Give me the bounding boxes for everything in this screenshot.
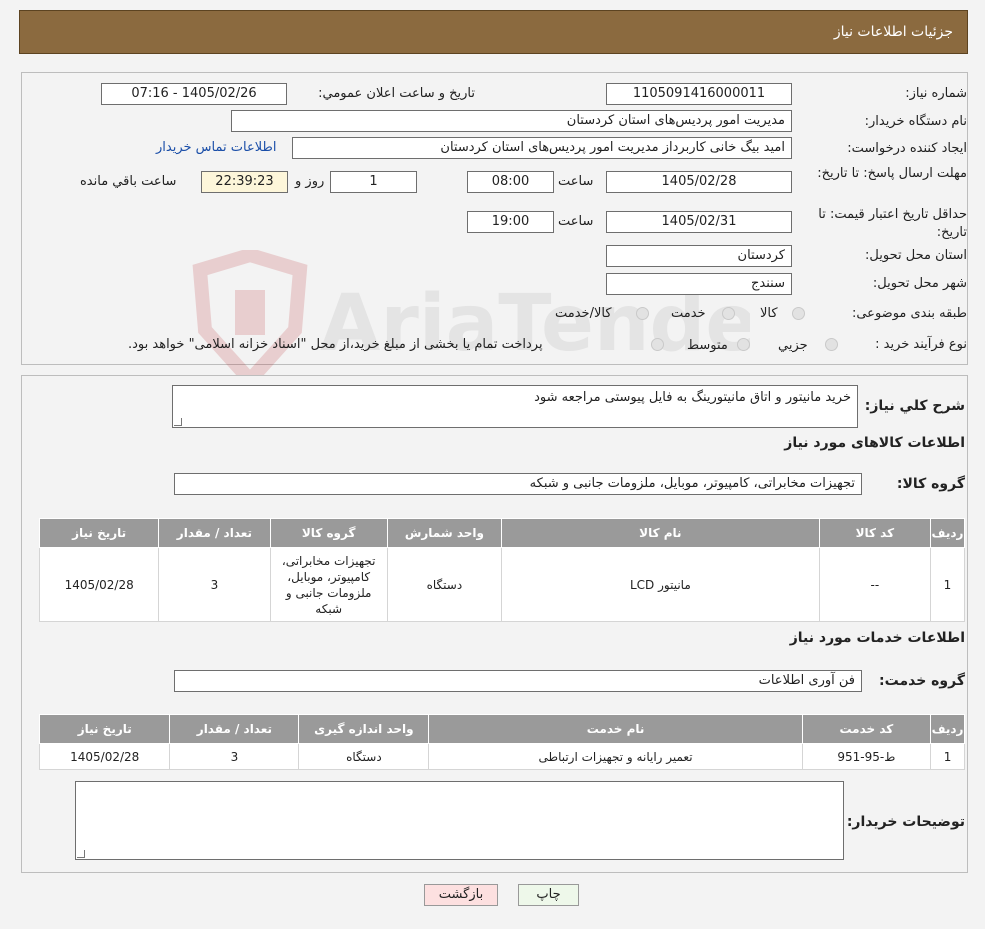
category-radio-goods-service[interactable] — [636, 307, 649, 320]
price-validity-date-field: 1405/02/31 — [606, 211, 792, 233]
remaining-days-field: 1 — [330, 171, 417, 193]
category-option-goods: کالا — [760, 306, 778, 321]
services-table-header: رديف کد خدمت نام خدمت واحد اندازه گيری ت… — [38, 714, 965, 744]
goods-row-group: تجهیزات مخابراتی، کامپیوتر، موبایل، ملزو… — [269, 547, 388, 622]
goods-group-label: گروه کالا: — [896, 476, 965, 492]
goods-table: رديف کد کالا نام کالا واحد شمارش گروه کا… — [38, 518, 966, 622]
goods-row-name: مانیتور LCD — [501, 547, 820, 622]
buyer-notes-label: توضيحات خريدار: — [846, 814, 965, 830]
services-row-name: تعمیر رایانه و تجهیزات ارتباطی — [428, 743, 803, 770]
goods-col-unit: واحد شمارش — [386, 518, 503, 548]
category-label: طبقه بندی موضوعی: — [851, 306, 967, 321]
services-group-field: فن آوری اطلاعات — [174, 670, 862, 692]
price-validity-label: حداقل تاريخ اعتبار قيمت: تا تاريخ: — [818, 207, 967, 240]
services-col-name: نام خدمت — [428, 714, 803, 744]
services-col-date: تاريخ نياز — [38, 714, 171, 744]
category-option-goods-service: کالا/خدمت — [555, 306, 612, 321]
days-label: روز و — [295, 174, 325, 189]
services-col-qty: تعداد / مقدار — [169, 714, 300, 744]
services-row-date: 1405/02/28 — [38, 743, 171, 770]
services-row-index: 1 — [930, 743, 965, 770]
services-table-row: 1 ط-95-951 تعمیر رایانه و تجهیزات ارتباط… — [38, 743, 965, 770]
goods-row-index: 1 — [929, 547, 966, 622]
category-radio-service[interactable] — [722, 307, 735, 320]
services-row-qty: 3 — [169, 743, 300, 770]
goods-row-unit: دستگاه — [386, 547, 503, 622]
remaining-time-label: ساعت باقي مانده — [80, 174, 177, 189]
page-header: جزئیات اطلاعات نیاز — [19, 10, 968, 54]
goods-section-title: اطلاعات کالاهای مورد نياز — [784, 435, 965, 451]
buyer-contact-link[interactable]: اطلاعات تماس خریدار — [156, 140, 276, 155]
goods-row-qty: 3 — [158, 547, 271, 622]
goods-col-name: نام کالا — [501, 518, 820, 548]
process-note: پرداخت تمام یا بخشی از مبلغ خرید،از محل … — [128, 337, 543, 352]
goods-group-field: تجهیزات مخابراتی، کامپیوتر، موبایل، ملزو… — [174, 473, 862, 495]
buyer-org-field: مدیریت امور پردیس‌های استان کردستان — [231, 110, 792, 132]
services-row-unit: دستگاه — [298, 743, 430, 770]
description-resize-handle[interactable] — [174, 418, 182, 426]
services-col-code: کد خدمت — [801, 714, 932, 744]
reply-deadline-time-field: 08:00 — [467, 171, 554, 193]
services-section-title: اطلاعات خدمات مورد نياز — [789, 630, 965, 646]
province-field: کردستان — [606, 245, 792, 267]
reply-deadline-label: مهلت ارسال پاسخ: تا تاريخ: — [817, 166, 967, 181]
watermark-shield-icon — [192, 250, 308, 390]
city-label: شهر محل تحويل: — [872, 276, 967, 291]
goods-row-date: 1405/02/28 — [38, 547, 160, 622]
price-validity-time-field: 19:00 — [467, 211, 554, 233]
goods-row-code: -- — [818, 547, 931, 622]
process-option-minor: جزیي — [778, 338, 808, 353]
reply-deadline-time-label: ساعت — [558, 174, 594, 189]
services-row-code: ط-95-951 — [801, 743, 932, 770]
description-label: شرح کلي نياز: — [864, 398, 965, 414]
announce-date-field: 1405/02/26 - 07:16 — [101, 83, 287, 105]
goods-col-code: کد کالا — [818, 518, 931, 548]
process-radio-medium[interactable] — [737, 338, 750, 351]
print-button[interactable]: چاپ — [518, 884, 579, 906]
buyer-notes-textarea[interactable] — [75, 781, 844, 860]
goods-table-header: رديف کد کالا نام کالا واحد شمارش گروه کا… — [38, 518, 966, 548]
buyer-notes-resize-handle[interactable] — [77, 850, 85, 858]
province-label: استان محل تحويل: — [865, 248, 967, 263]
goods-col-group: گروه کالا — [269, 518, 388, 548]
need-number-label: شماره نیاز: — [905, 86, 967, 101]
announce-date-label: تاريخ و ساعت اعلان عمومي: — [318, 86, 475, 101]
goods-col-qty: تعداد / مقدار — [158, 518, 271, 548]
goods-table-row: 1 -- مانیتور LCD دستگاه تجهیزات مخابراتی… — [38, 547, 966, 622]
category-radio-goods[interactable] — [792, 307, 805, 320]
buyer-org-label: نام دستگاه خريدار: — [864, 114, 967, 129]
city-field: سنندج — [606, 273, 792, 295]
price-validity-time-label: ساعت — [558, 214, 594, 229]
services-col-index: رديف — [930, 714, 965, 744]
requester-field: امید بیگ خانی کاربرداز مدیریت امور پردیس… — [292, 137, 792, 159]
requester-label: ايجاد کننده درخواست: — [847, 141, 967, 156]
services-table: رديف کد خدمت نام خدمت واحد اندازه گيری ت… — [38, 714, 965, 770]
goods-col-date: تاريخ نياز — [38, 518, 160, 548]
process-option-medium: متوسط — [687, 338, 728, 353]
description-textarea[interactable]: خرید مانیتور و اتاق مانیتورینگ به فایل پ… — [172, 385, 858, 428]
watermark-logo: AriaTender.neT — [192, 250, 750, 390]
process-radio-treasury[interactable] — [651, 338, 664, 351]
remaining-time-field: 22:39:23 — [201, 171, 288, 193]
services-group-label: گروه خدمت: — [879, 673, 965, 689]
process-label: نوع فرآيند خريد : — [875, 337, 967, 352]
reply-deadline-date-field: 1405/02/28 — [606, 171, 792, 193]
need-number-field: 1105091416000011 — [606, 83, 792, 105]
services-col-unit: واحد اندازه گيری — [298, 714, 430, 744]
category-option-service: خدمت — [671, 306, 706, 321]
goods-col-index: رديف — [929, 518, 966, 548]
page-title: جزئیات اطلاعات نیاز — [833, 24, 953, 40]
back-button[interactable]: بازگشت — [424, 884, 498, 906]
process-radio-minor[interactable] — [825, 338, 838, 351]
